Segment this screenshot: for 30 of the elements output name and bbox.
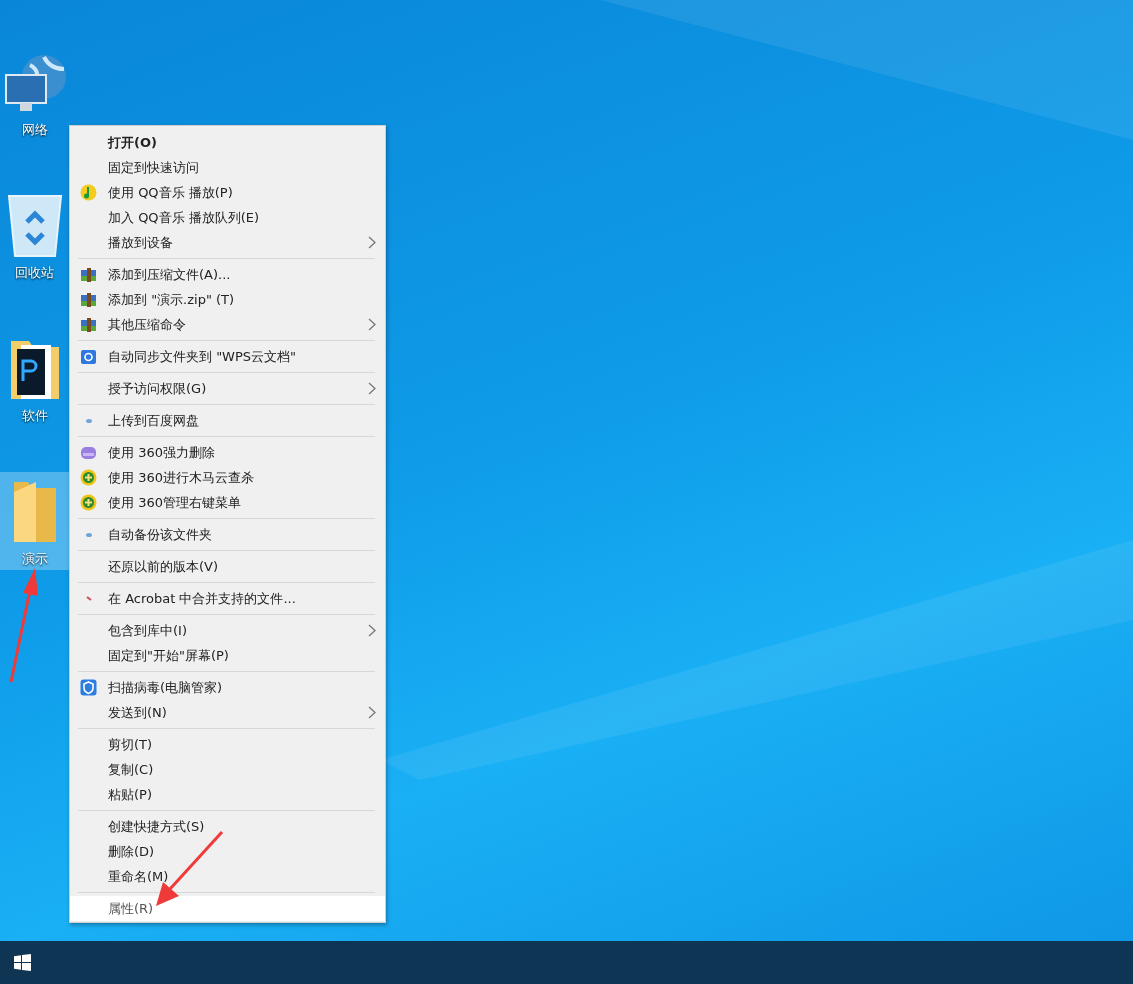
menu-item[interactable]: 重命名(M) [70, 864, 385, 889]
menu-item[interactable]: 还原以前的版本(V) [70, 554, 385, 579]
menu-item[interactable]: 属性(R) [70, 896, 385, 921]
menu-item[interactable]: 使用 360进行木马云查杀 [70, 465, 385, 490]
menu-item[interactable]: 自动备份该文件夹 [70, 522, 385, 547]
menu-item[interactable]: 固定到快速访问 [70, 155, 385, 180]
menu-item[interactable]: 加入 QQ音乐 播放队列(E) [70, 205, 385, 230]
menu-item[interactable]: 包含到库中(I) [70, 618, 385, 643]
menu-item[interactable]: 授予访问权限(G) [70, 376, 385, 401]
menu-item[interactable]: 打开(O) [70, 130, 385, 155]
menu-item[interactable]: 粘贴(P) [70, 782, 385, 807]
desktop-icon[interactable]: 网络 [0, 43, 69, 141]
menu-item[interactable]: 上传到百度网盘 [70, 408, 385, 433]
menu-item[interactable]: 在 Acrobat 中合并支持的文件... [70, 586, 385, 611]
start-icon[interactable] [14, 954, 31, 971]
menu-item[interactable]: 剪切(T) [70, 732, 385, 757]
menu-item[interactable]: 创建快捷方式(S) [70, 814, 385, 839]
menu-item[interactable]: 发送到(N) [70, 700, 385, 725]
menu-item[interactable]: 复制(C) [70, 757, 385, 782]
menu-item[interactable]: 使用 QQ音乐 播放(P) [70, 180, 385, 205]
menu-item[interactable]: 使用 360管理右键菜单 [70, 490, 385, 515]
menu-item[interactable]: 播放到设备 [70, 230, 385, 255]
menu-item[interactable]: 删除(D) [70, 839, 385, 864]
menu-item[interactable]: 固定到"开始"屏幕(P) [70, 643, 385, 668]
menu-item[interactable]: 添加到压缩文件(A)... [70, 262, 385, 287]
menu-item[interactable]: 自动同步文件夹到 "WPS云文档" [70, 344, 385, 369]
menu-item[interactable]: 添加到 "演示.zip" (T) [70, 287, 385, 312]
menu-item[interactable]: 其他压缩命令 [70, 312, 385, 337]
menu-item[interactable]: 使用 360强力删除 [70, 440, 385, 465]
menu-item[interactable]: 扫描病毒(电脑管家) [70, 675, 385, 700]
